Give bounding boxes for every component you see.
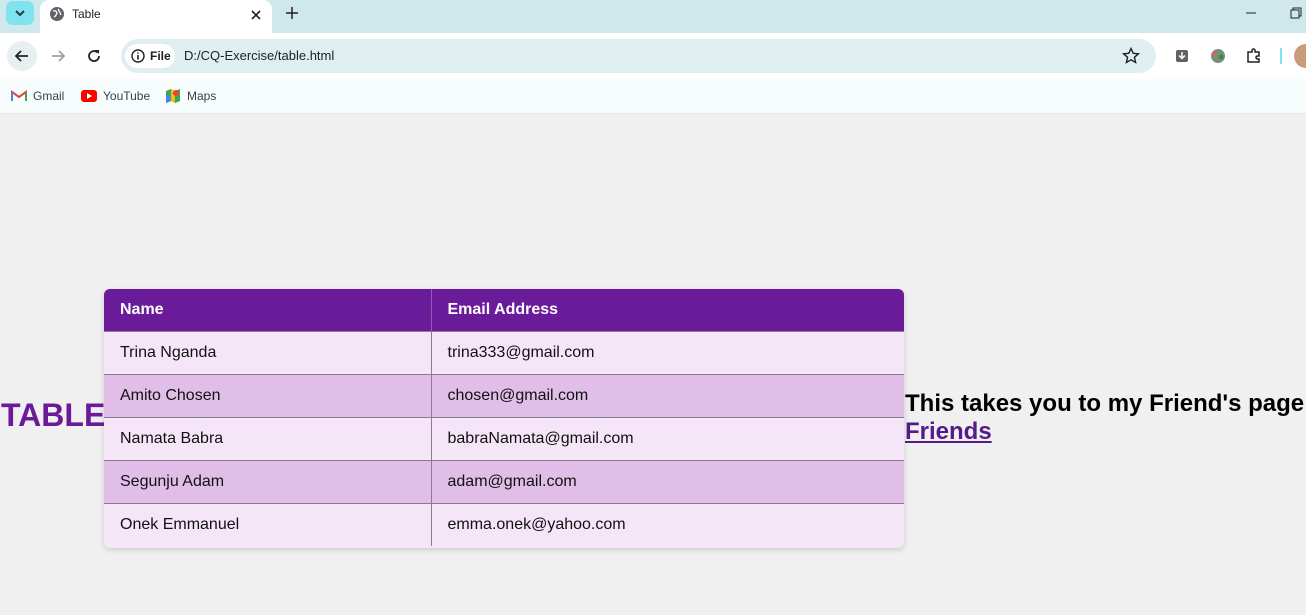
tab-close-button[interactable] bbox=[246, 5, 266, 25]
cell-email: trina333@gmail.com bbox=[431, 330, 904, 374]
page-content: TABLE Name Email Address Trina Nganda tr… bbox=[0, 114, 1306, 615]
url-text[interactable]: D:/CQ-Exercise/table.html bbox=[184, 48, 334, 63]
close-icon bbox=[251, 10, 261, 20]
friends-link[interactable]: Friends bbox=[905, 418, 992, 446]
bookmark-label: Gmail bbox=[33, 89, 65, 103]
cell-name: Segunju Adam bbox=[104, 459, 432, 503]
arrow-left-icon bbox=[14, 50, 28, 62]
puzzle-icon[interactable] bbox=[1244, 46, 1264, 66]
youtube-icon bbox=[81, 90, 97, 102]
minimize-icon[interactable] bbox=[1243, 5, 1259, 21]
back-button[interactable] bbox=[7, 41, 37, 71]
site-chip-label: File bbox=[150, 49, 171, 63]
site-info-chip[interactable]: File bbox=[125, 44, 175, 68]
reload-icon bbox=[88, 50, 100, 62]
download-icon[interactable] bbox=[1172, 46, 1192, 66]
new-tab-button[interactable] bbox=[282, 3, 302, 23]
gmail-icon bbox=[11, 90, 27, 101]
page-heading: TABLE bbox=[1, 397, 106, 433]
active-tab[interactable]: Table bbox=[40, 0, 272, 33]
address-bar[interactable]: File D:/CQ-Exercise/table.html bbox=[121, 39, 1156, 73]
globe-icon bbox=[50, 7, 64, 21]
table-row: Segunju Adam adam@gmail.com bbox=[104, 459, 904, 503]
info-icon bbox=[131, 49, 145, 63]
forward-button[interactable] bbox=[43, 41, 73, 71]
table-row: Namata Babra babraNamata@gmail.com bbox=[104, 416, 904, 460]
bookmark-label: Maps bbox=[187, 89, 217, 103]
bookmark-maps[interactable]: Maps bbox=[165, 85, 216, 107]
tab-title: Table bbox=[72, 7, 101, 21]
restore-icon[interactable] bbox=[1288, 5, 1304, 21]
column-header-name: Name bbox=[104, 289, 432, 331]
table-row: Onek Emmanuel emma.onek@yahoo.com bbox=[104, 502, 904, 546]
cell-email: emma.onek@yahoo.com bbox=[431, 502, 904, 546]
plus-icon bbox=[286, 7, 298, 19]
cell-email: chosen@gmail.com bbox=[431, 373, 904, 417]
cell-name: Trina Nganda bbox=[104, 330, 432, 374]
bookmarks-bar: Gmail YouTube Maps bbox=[0, 79, 1306, 114]
table-header-row: Name Email Address bbox=[104, 289, 904, 331]
chevron-down-icon bbox=[15, 10, 25, 17]
tab-search-button[interactable] bbox=[6, 1, 34, 25]
profile-avatar[interactable] bbox=[1294, 44, 1306, 68]
reload-button[interactable] bbox=[79, 41, 109, 71]
cell-email: adam@gmail.com bbox=[431, 459, 904, 503]
friend-page-description: This takes you to my Friend's page bbox=[905, 390, 1305, 417]
arrow-right-icon bbox=[52, 50, 66, 62]
extension-badge-icon[interactable] bbox=[1208, 46, 1228, 66]
toolbar-divider bbox=[1280, 48, 1282, 64]
browser-toolbar: File D:/CQ-Exercise/table.html bbox=[0, 33, 1306, 79]
cell-name: Amito Chosen bbox=[104, 373, 432, 417]
maps-icon bbox=[166, 89, 180, 103]
bookmark-gmail[interactable]: Gmail bbox=[11, 85, 64, 107]
bookmark-label: YouTube bbox=[103, 89, 151, 103]
bookmark-youtube[interactable]: YouTube bbox=[81, 85, 150, 107]
table-row: Trina Nganda trina333@gmail.com bbox=[104, 330, 904, 374]
cell-name: Onek Emmanuel bbox=[104, 502, 432, 546]
table-row: Amito Chosen chosen@gmail.com bbox=[104, 373, 904, 417]
contacts-table: Name Email Address Trina Nganda trina333… bbox=[104, 289, 904, 548]
tab-strip: Table bbox=[0, 0, 1306, 33]
column-header-email: Email Address bbox=[431, 289, 904, 331]
cell-email: babraNamata@gmail.com bbox=[431, 416, 904, 460]
cell-name: Namata Babra bbox=[104, 416, 432, 460]
bookmark-star-icon[interactable] bbox=[1122, 47, 1140, 65]
